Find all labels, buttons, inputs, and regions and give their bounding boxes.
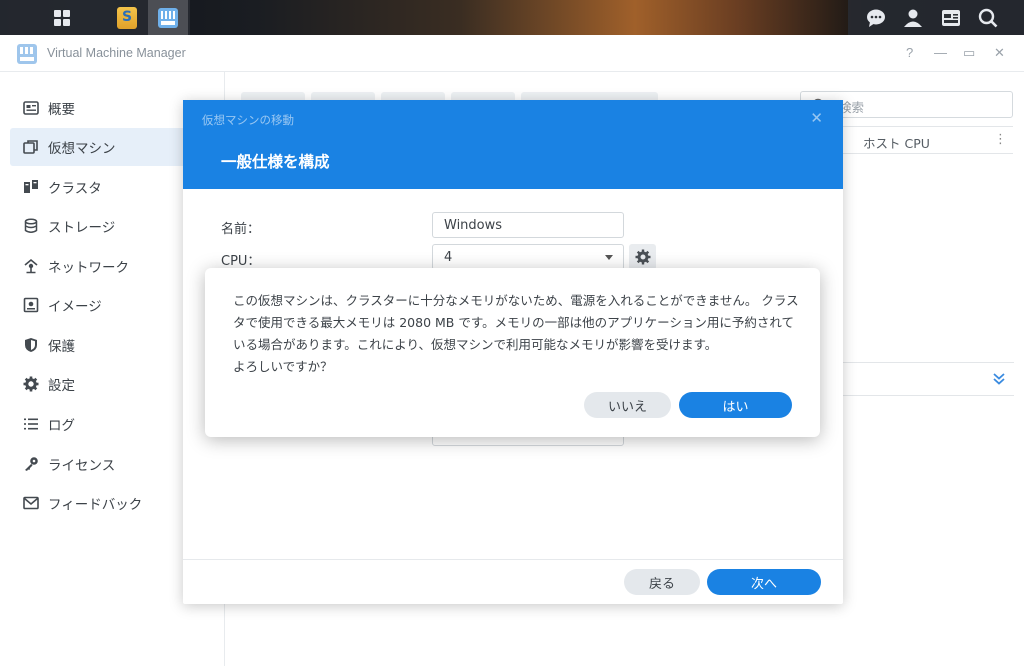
gear-icon xyxy=(635,249,650,265)
feedback-icon xyxy=(23,495,39,511)
notifications-button[interactable] xyxy=(856,0,896,35)
table-header: ホスト CPU ⋮ xyxy=(843,126,1013,154)
confirm-message: この仮想マシンは、クラスターに十分なメモリがないため、電源を入れることができませ… xyxy=(233,293,799,374)
license-icon xyxy=(23,456,39,472)
sidebar-item-label: 概要 xyxy=(48,102,75,118)
close-window-button[interactable]: ✕ xyxy=(994,45,1005,61)
wizard-footer-divider xyxy=(183,559,843,560)
taskbar xyxy=(0,0,1024,35)
log-icon xyxy=(23,416,39,432)
storage-manager-app-icon xyxy=(117,6,137,29)
minimize-button[interactable]: — xyxy=(934,45,947,60)
name-label: 名前： xyxy=(221,222,261,237)
name-value: Windows xyxy=(444,217,503,233)
overview-icon xyxy=(23,100,39,116)
cpu-settings-button[interactable] xyxy=(629,244,656,270)
vmm-window-icon xyxy=(17,44,37,64)
taskbar-app-vmm[interactable] xyxy=(148,0,188,35)
main-menu-icon xyxy=(54,9,70,26)
window-titlebar[interactable]: Virtual Machine Manager ? — ▭ ✕ xyxy=(0,35,1024,72)
name-field[interactable]: Windows xyxy=(432,212,624,238)
cluster-icon xyxy=(23,179,39,195)
chat-bubble-icon xyxy=(867,9,885,27)
virtual-machine-icon xyxy=(23,139,39,155)
help-button[interactable]: ? xyxy=(906,45,913,60)
sidebar-item-label: ネットワーク xyxy=(48,260,129,276)
search-button[interactable] xyxy=(968,0,1008,35)
column-options-icon[interactable]: ⋮ xyxy=(994,132,1007,147)
sidebar-item-label: 保護 xyxy=(48,339,75,355)
taskbar-app-storage-manager[interactable] xyxy=(107,0,147,35)
yes-button[interactable]: はい xyxy=(679,392,792,418)
widgets-button[interactable] xyxy=(931,0,971,35)
caret-down-icon xyxy=(605,255,613,260)
wizard-close-icon[interactable]: ✕ xyxy=(810,109,823,127)
wizard-heading: 一般仕様を構成 xyxy=(221,153,330,171)
cpu-select[interactable]: 4 xyxy=(432,244,624,270)
confirm-dialog: この仮想マシンは、クラスターに十分なメモリがないため、電源を入れることができませ… xyxy=(205,268,820,437)
sidebar-item-label: ライセンス xyxy=(48,458,116,474)
next-button[interactable]: 次へ xyxy=(707,569,821,595)
sidebar-item-label: ログ xyxy=(48,418,75,434)
cpu-value: 4 xyxy=(444,249,453,265)
wizard-subtitle: 仮想マシンの移動 xyxy=(202,113,294,127)
detail-panel-bar xyxy=(843,362,1014,396)
storage-icon xyxy=(23,218,39,234)
protection-icon xyxy=(23,337,39,353)
vmm-app-icon xyxy=(158,7,178,28)
widgets-icon xyxy=(942,9,960,26)
network-icon xyxy=(23,258,39,274)
sidebar-item-label: 設定 xyxy=(48,378,75,394)
search-icon xyxy=(978,8,998,27)
user-button[interactable] xyxy=(893,0,933,35)
cpu-label: CPU： xyxy=(221,254,261,269)
restore-button[interactable]: ▭ xyxy=(963,45,975,61)
no-button[interactable]: いいえ xyxy=(584,392,671,418)
main-menu-button[interactable] xyxy=(42,0,82,35)
window-title: Virtual Machine Manager xyxy=(47,46,186,60)
image-icon xyxy=(23,297,39,313)
sidebar-item-label: クラスタ xyxy=(48,181,102,197)
sidebar-item-label: 仮想マシン xyxy=(48,141,116,157)
sidebar-item-label: ストレージ xyxy=(48,220,116,236)
wizard-header: 仮想マシンの移動 一般仕様を構成 ✕ xyxy=(183,100,843,189)
sidebar-item-label: イメージ xyxy=(48,299,102,315)
settings-icon xyxy=(23,376,39,392)
user-icon xyxy=(904,9,922,27)
column-header-host-cpu[interactable]: ホスト CPU xyxy=(863,133,930,152)
double-chevron-down-icon[interactable] xyxy=(992,372,1006,386)
back-button[interactable]: 戻る xyxy=(624,569,700,595)
sidebar-item-label: フィードバック xyxy=(48,497,143,513)
